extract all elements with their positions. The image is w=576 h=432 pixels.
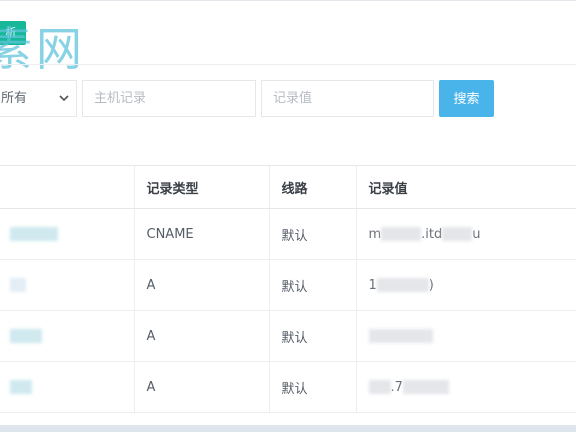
records-table: 记录类型 线路 记录值 CNAME 默认 m .itd u A 默认 1) A …: [0, 165, 576, 413]
line-cell: 默认: [268, 310, 356, 362]
redacted-value: [368, 329, 433, 343]
redacted-host: [10, 227, 58, 241]
type-cell: A: [133, 310, 269, 362]
table-header-row: 记录类型 线路 记录值: [0, 165, 576, 209]
redacted-host: [10, 278, 26, 292]
line-cell: 默认: [268, 208, 356, 260]
type-cell: A: [133, 361, 269, 413]
watermark: 素网: [0, 22, 86, 76]
column-header-host: [0, 165, 134, 209]
type-cell: CNAME: [133, 208, 269, 260]
column-header-type: 记录类型: [133, 165, 269, 209]
redacted-host: [10, 329, 42, 343]
column-header-line: 线路: [268, 165, 356, 209]
host-record-input[interactable]: 主机记录: [82, 80, 256, 117]
divider: [0, 64, 576, 65]
value-cell: 1): [355, 259, 576, 311]
redacted-value: [381, 227, 422, 241]
redacted-value: [376, 278, 429, 292]
table-row[interactable]: A 默认: [0, 310, 576, 362]
chevron-down-icon: [59, 95, 69, 102]
value-cell: [355, 310, 576, 362]
value-cell: m .itd u: [355, 208, 576, 260]
host-cell: [0, 310, 134, 362]
host-cell: [0, 259, 134, 311]
line-cell: 默认: [268, 259, 356, 311]
redacted-host: [10, 380, 32, 394]
bottom-strip: [0, 425, 576, 432]
line-cell: 默认: [268, 361, 356, 413]
redacted-value: [442, 227, 473, 241]
record-type-select[interactable]: 所有: [0, 80, 77, 117]
table-row[interactable]: A 默认 1): [0, 259, 576, 311]
host-cell: [0, 361, 134, 413]
redacted-value: [368, 380, 391, 394]
record-type-select-value: 所有: [1, 91, 28, 106]
column-header-value: 记录值: [355, 165, 576, 209]
table-row[interactable]: A 默认 .7: [0, 361, 576, 413]
record-value-input[interactable]: 记录值: [261, 80, 434, 117]
redacted-value: [402, 380, 449, 394]
host-cell: [0, 208, 134, 260]
search-button[interactable]: 搜索: [439, 80, 494, 117]
dns-records-panel: 析 素网 所有 主机记录 记录值 搜索 记录类型 线路 记录值 CNAME 默认…: [0, 0, 576, 425]
value-cell: .7: [355, 361, 576, 413]
type-cell: A: [133, 259, 269, 311]
table-row[interactable]: CNAME 默认 m .itd u: [0, 208, 576, 260]
